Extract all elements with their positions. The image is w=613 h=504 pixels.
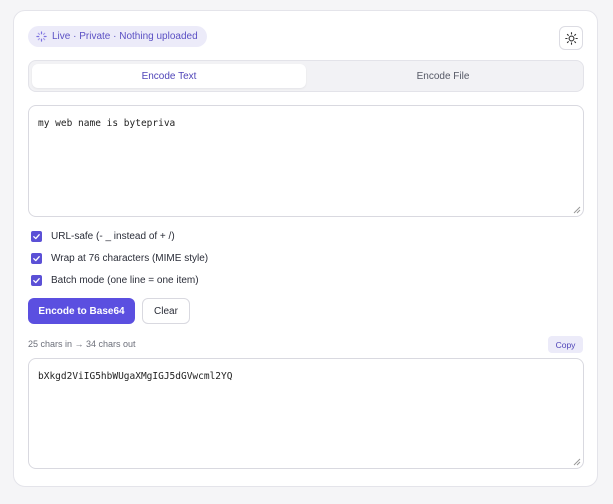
batch-mode-checkbox[interactable] xyxy=(31,275,42,286)
sun-icon xyxy=(564,31,578,45)
status-badge: Live · Private · Nothing uploaded xyxy=(28,26,207,47)
resize-handle-icon[interactable] xyxy=(573,458,581,466)
url-safe-checkbox[interactable] xyxy=(31,231,42,242)
output-textarea[interactable]: bXkgd2ViIG5hbWUgaXMgIGJ5dGVwcml2YQ xyxy=(28,358,584,469)
wrap-76-label: Wrap at 76 characters (MIME style) xyxy=(51,253,209,264)
input-textarea[interactable]: my web name is bytepriva xyxy=(28,105,584,217)
theme-toggle-button[interactable] xyxy=(559,26,583,50)
tab-encode-text[interactable]: Encode Text xyxy=(32,64,306,88)
wrap-76-checkbox[interactable] xyxy=(31,253,42,264)
check-icon xyxy=(33,234,40,240)
url-safe-label: URL-safe (- _ instead of + /) xyxy=(51,231,175,242)
check-icon xyxy=(33,278,40,284)
status-badge-text: Live · Private · Nothing uploaded xyxy=(52,31,198,42)
mode-tabs: Encode Text Encode File xyxy=(28,60,584,92)
option-wrap-76[interactable]: Wrap at 76 characters (MIME style) xyxy=(31,253,208,264)
copy-button[interactable]: Copy xyxy=(548,336,583,353)
char-stats: 25 chars in → 34 chars out xyxy=(28,339,136,349)
clear-button[interactable]: Clear xyxy=(142,298,190,324)
encoder-card: Live · Private · Nothing uploaded Encode… xyxy=(13,10,598,487)
input-text: my web name is bytepriva xyxy=(38,118,176,129)
check-icon xyxy=(33,256,40,262)
tab-encode-file[interactable]: Encode File xyxy=(306,64,580,88)
option-batch-mode[interactable]: Batch mode (one line = one item) xyxy=(31,275,199,286)
option-url-safe[interactable]: URL-safe (- _ instead of + /) xyxy=(31,231,175,242)
spinner-icon xyxy=(36,31,47,42)
encode-button[interactable]: Encode to Base64 xyxy=(28,298,135,324)
resize-handle-icon[interactable] xyxy=(573,206,581,214)
batch-mode-label: Batch mode (one line = one item) xyxy=(51,275,199,286)
output-text: bXkgd2ViIG5hbWUgaXMgIGJ5dGVwcml2YQ xyxy=(38,371,233,382)
